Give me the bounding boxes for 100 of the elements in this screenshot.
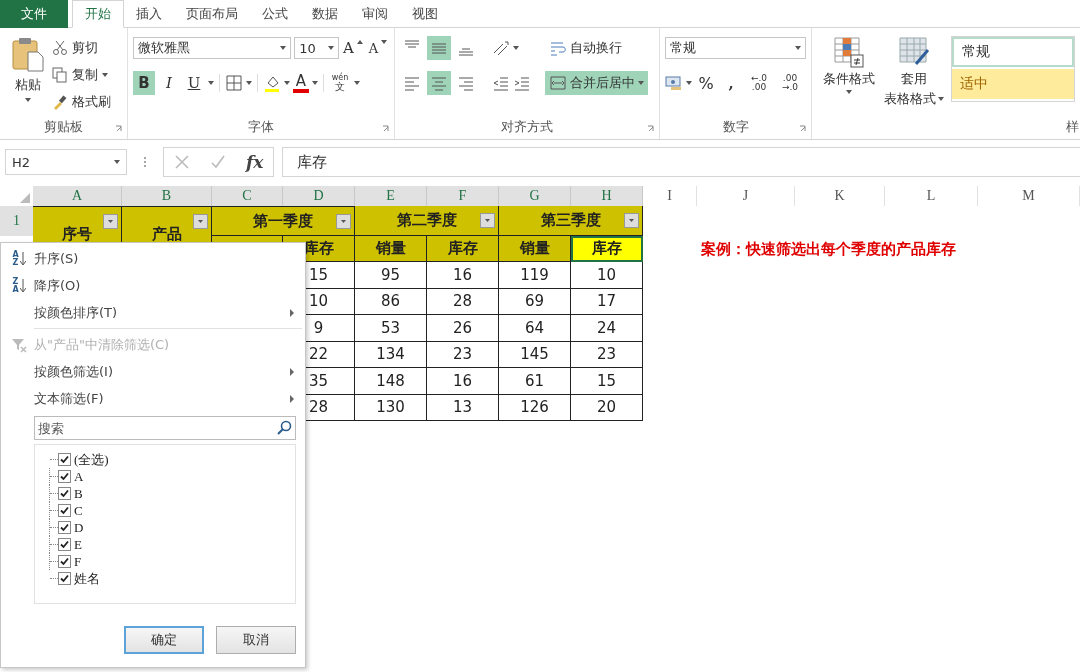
fill-bucket-icon[interactable] bbox=[263, 74, 281, 92]
table-cell: 17 bbox=[571, 288, 643, 315]
table-cell: 126 bbox=[499, 394, 571, 421]
column-header[interactable]: B bbox=[122, 186, 212, 206]
increase-indent-icon[interactable] bbox=[513, 74, 531, 92]
wrap-text-button[interactable]: 自动换行 bbox=[545, 36, 626, 60]
filter-dropdown-icon[interactable] bbox=[336, 214, 351, 229]
header-cell: 库存 bbox=[571, 236, 643, 262]
ribbon-tab[interactable]: 页面布局 bbox=[174, 0, 250, 28]
align-icon bbox=[403, 74, 421, 92]
grip-icon[interactable] bbox=[143, 155, 147, 169]
number-format-dropdown[interactable]: 常规 bbox=[665, 37, 806, 59]
checkbox[interactable] bbox=[58, 521, 71, 534]
checkbox[interactable] bbox=[58, 555, 71, 568]
checkbox[interactable] bbox=[58, 504, 71, 517]
conditional-format-button[interactable]: 条件格式 bbox=[818, 36, 881, 115]
vertical-align-button[interactable] bbox=[427, 36, 451, 60]
table-cell: 26 bbox=[427, 315, 499, 342]
caret-icon bbox=[114, 160, 120, 164]
copy-button[interactable]: 复制 bbox=[52, 63, 111, 86]
column-header[interactable]: E bbox=[355, 186, 427, 206]
checkbox[interactable] bbox=[58, 453, 71, 466]
text-angle-icon[interactable] bbox=[492, 39, 510, 57]
shrink-font-button[interactable]: A bbox=[367, 36, 389, 60]
column-header[interactable]: I bbox=[643, 186, 697, 206]
filter-dropdown-icon[interactable] bbox=[480, 213, 495, 228]
ribbon-tab[interactable]: 公式 bbox=[250, 0, 300, 28]
caret-icon bbox=[686, 81, 692, 85]
ok-button[interactable]: 确定 bbox=[124, 626, 204, 654]
ribbon-tab[interactable]: 数据 bbox=[300, 0, 350, 28]
phonetic-button[interactable]: wén 文 bbox=[329, 71, 351, 95]
grow-font-button[interactable]: A bbox=[342, 36, 364, 60]
paste-button[interactable]: 粘贴 bbox=[8, 36, 48, 115]
ribbon-tab[interactable]: 插入 bbox=[124, 0, 174, 28]
cancel-button[interactable]: 取消 bbox=[216, 626, 296, 654]
increase-decimal-button[interactable]: ←.0 .00 bbox=[745, 71, 773, 95]
column-header[interactable]: H bbox=[571, 186, 643, 206]
note-text: 案例：快速筛选出每个季度的产品库存 bbox=[700, 238, 957, 260]
copy-icon bbox=[52, 66, 68, 83]
launcher-icon[interactable] bbox=[647, 125, 655, 133]
font-name-dropdown[interactable]: 微软雅黑 bbox=[133, 37, 292, 59]
group-label: 样 bbox=[1066, 118, 1079, 136]
search-icon[interactable] bbox=[276, 420, 292, 436]
italic-button[interactable]: I bbox=[158, 71, 180, 95]
currency-icon[interactable] bbox=[665, 74, 683, 92]
launcher-icon[interactable] bbox=[799, 125, 807, 133]
column-header[interactable]: C bbox=[212, 186, 283, 206]
search-field[interactable]: 搜索 bbox=[34, 416, 296, 440]
column-header[interactable]: L bbox=[885, 186, 978, 206]
font-color-button[interactable]: A bbox=[293, 73, 309, 93]
merge-center-button[interactable]: 合并后居中 bbox=[545, 71, 648, 95]
launcher-icon[interactable] bbox=[115, 125, 123, 133]
column-header[interactable]: F bbox=[427, 186, 499, 206]
name-box[interactable]: H2 bbox=[5, 149, 127, 175]
decrease-decimal-button[interactable]: .00 →.0 bbox=[776, 71, 804, 95]
comma-button[interactable]: , bbox=[720, 71, 742, 95]
caret-icon bbox=[328, 46, 334, 50]
bold-button[interactable]: B bbox=[133, 71, 155, 95]
launcher-icon[interactable] bbox=[382, 125, 390, 133]
ribbon-tab[interactable]: 审阅 bbox=[350, 0, 400, 28]
align-icon bbox=[430, 42, 448, 54]
row-header[interactable]: 1 bbox=[0, 206, 33, 236]
insert-function-button[interactable]: fx bbox=[246, 152, 264, 172]
checkbox[interactable] bbox=[58, 470, 71, 483]
checkbox-label: B bbox=[74, 485, 83, 502]
filter-dropdown-icon[interactable] bbox=[193, 214, 208, 229]
table-cell: 69 bbox=[499, 288, 571, 315]
decrease-indent-icon[interactable] bbox=[492, 74, 510, 92]
table-cell: 86 bbox=[355, 288, 427, 315]
table-cell: 16 bbox=[427, 262, 499, 289]
formula-input[interactable]: 库存 bbox=[282, 147, 1080, 177]
filter-dropdown-icon[interactable] bbox=[103, 214, 118, 229]
caret-icon bbox=[846, 90, 853, 94]
ribbon-tab[interactable]: 视图 bbox=[400, 0, 450, 28]
cell-style-option[interactable]: 常规 bbox=[952, 37, 1074, 67]
filter-dropdown-icon[interactable] bbox=[624, 213, 639, 228]
group-label: 剪贴板 bbox=[44, 118, 83, 136]
corner-triangle-icon bbox=[20, 193, 30, 203]
column-header[interactable]: A bbox=[33, 186, 122, 206]
file-menu-button[interactable]: 文件 bbox=[0, 0, 68, 28]
cut-button[interactable]: 剪切 bbox=[52, 36, 111, 59]
font-size-dropdown[interactable]: 10 bbox=[294, 37, 339, 59]
ribbon-tab[interactable]: 开始 bbox=[72, 0, 124, 28]
column-header[interactable]: K bbox=[795, 186, 885, 206]
column-header[interactable]: D bbox=[283, 186, 355, 206]
format-painter-button[interactable]: 格式刷 bbox=[52, 90, 111, 113]
checkbox[interactable] bbox=[58, 487, 71, 500]
format-as-table-button[interactable]: 套用 表格格式 bbox=[882, 36, 946, 115]
horizontal-align-button[interactable] bbox=[427, 71, 451, 95]
checkbox[interactable] bbox=[58, 572, 71, 585]
borders-icon[interactable] bbox=[225, 74, 243, 92]
enter-check-icon[interactable] bbox=[210, 154, 226, 170]
column-header[interactable]: G bbox=[499, 186, 571, 206]
underline-button[interactable]: U bbox=[183, 71, 205, 95]
checkbox[interactable] bbox=[58, 538, 71, 551]
percent-button[interactable]: % bbox=[695, 71, 717, 95]
column-header[interactable]: J bbox=[697, 186, 795, 206]
cell-style-option[interactable]: 适中 bbox=[952, 69, 1074, 99]
cancel-icon[interactable] bbox=[174, 154, 190, 170]
column-header[interactable]: M bbox=[978, 186, 1080, 206]
